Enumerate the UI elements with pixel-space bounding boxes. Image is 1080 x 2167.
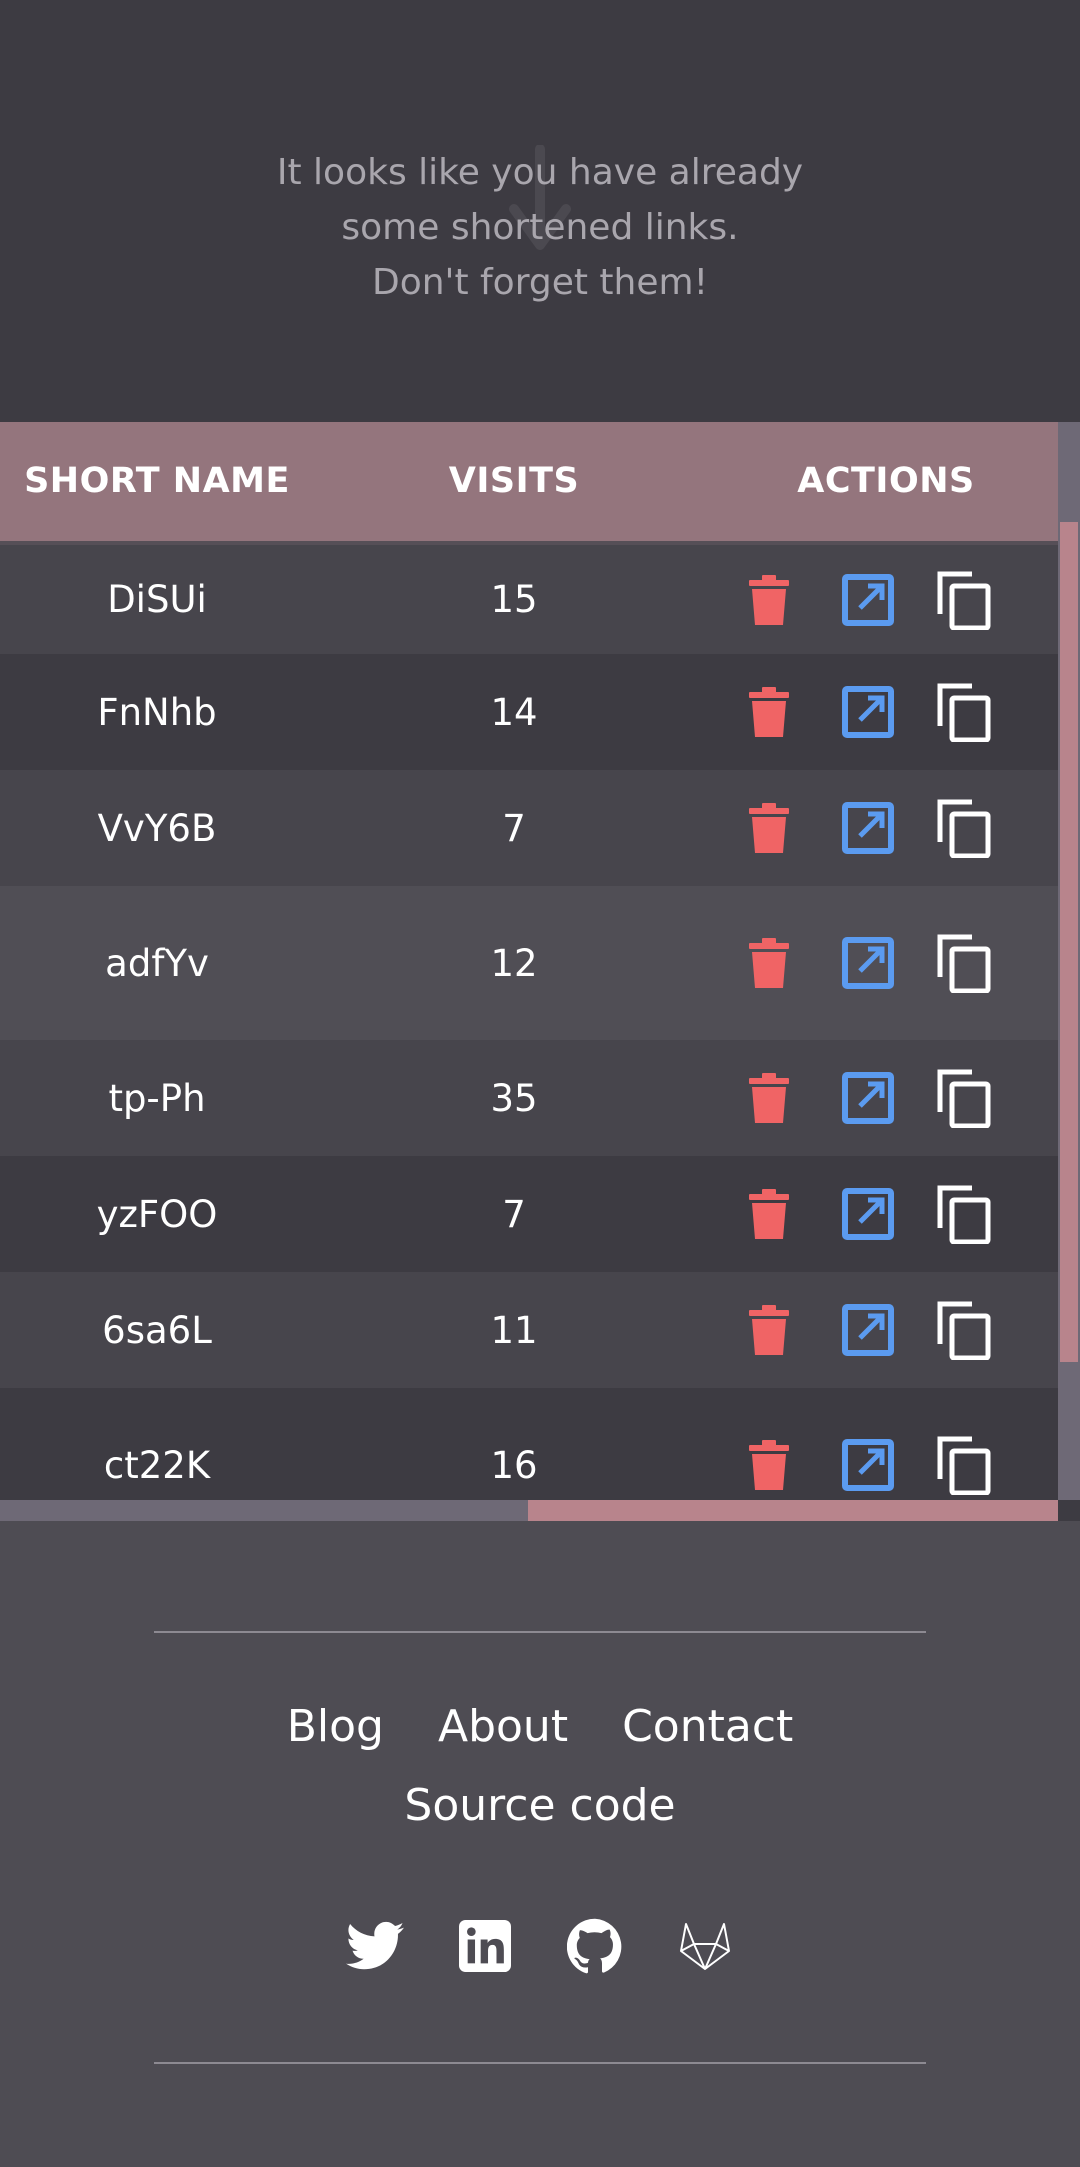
trash-icon[interactable] — [739, 682, 799, 742]
open-external-icon[interactable] — [838, 570, 898, 630]
copy-icon[interactable] — [934, 1184, 994, 1244]
copy-icon[interactable] — [934, 1068, 994, 1128]
empty-hint-section: It looks like you have already some shor… — [0, 0, 1080, 422]
short-name-cell: FnNhb — [97, 690, 217, 734]
table-row: yzFOO 7 — [0, 1156, 1058, 1272]
header-visits: VISITS — [448, 461, 580, 501]
trash-icon[interactable] — [739, 1068, 799, 1128]
open-external-icon[interactable] — [838, 1184, 898, 1244]
header-actions: ACTIONS — [797, 461, 975, 501]
open-external-icon[interactable] — [838, 933, 898, 993]
copy-icon[interactable] — [934, 1300, 994, 1360]
open-external-icon[interactable] — [838, 1300, 898, 1360]
table-row: 6sa6L 11 — [0, 1272, 1058, 1388]
source-code-link[interactable]: Source code — [404, 1780, 675, 1831]
trash-icon[interactable] — [739, 1184, 799, 1244]
github-icon[interactable] — [566, 1917, 624, 1975]
footer-divider-bottom — [154, 2062, 926, 2064]
table-row: FnNhb 14 — [0, 654, 1058, 770]
table-header: SHORT NAME VISITS ACTIONS — [0, 422, 1058, 545]
visits-cell: 7 — [502, 1192, 526, 1236]
copy-icon[interactable] — [934, 1435, 994, 1495]
social-links — [0, 1917, 1080, 1975]
visits-cell: 35 — [490, 1076, 538, 1120]
copy-icon[interactable] — [934, 682, 994, 742]
table-row: tp-Ph 35 — [0, 1040, 1058, 1156]
short-name-cell: VvY6B — [97, 806, 217, 850]
open-external-icon[interactable] — [838, 682, 898, 742]
copy-icon[interactable] — [934, 798, 994, 858]
open-external-icon[interactable] — [838, 1435, 898, 1495]
open-external-icon[interactable] — [838, 798, 898, 858]
hint-line-3: Don't forget them! — [371, 262, 709, 303]
hint-line-1: It looks like you have already — [276, 152, 804, 193]
actions-cell — [714, 1272, 1058, 1388]
visits-cell: 7 — [502, 806, 526, 850]
actions-cell — [714, 886, 1058, 1040]
actions-cell — [714, 545, 1058, 654]
trash-icon[interactable] — [739, 1435, 799, 1495]
links-table: SHORT NAME VISITS ACTIONS DiSUi 15 FnNhb… — [0, 422, 1080, 1521]
actions-cell — [714, 770, 1058, 886]
visits-cell: 14 — [490, 690, 538, 734]
blog-link[interactable]: Blog — [287, 1701, 384, 1752]
short-name-cell: adfYv — [105, 941, 209, 985]
short-name-cell: 6sa6L — [102, 1308, 212, 1352]
table-row: VvY6B 7 — [0, 770, 1058, 886]
footer-links: Blog About Contact Source code — [0, 1701, 1080, 1831]
copy-icon[interactable] — [934, 933, 994, 993]
vertical-scrollbar-thumb[interactable] — [1060, 522, 1078, 1362]
header-short-name: SHORT NAME — [24, 461, 290, 501]
contact-link[interactable]: Contact — [622, 1701, 793, 1752]
horizontal-scrollbar-thumb[interactable] — [528, 1500, 1058, 1521]
short-name-cell: tp-Ph — [108, 1076, 206, 1120]
twitter-icon[interactable] — [346, 1917, 404, 1975]
visits-cell: 12 — [490, 941, 538, 985]
footer-divider-top — [154, 1631, 926, 1633]
copy-icon[interactable] — [934, 570, 994, 630]
visits-cell: 15 — [490, 578, 538, 621]
gitlab-icon[interactable] — [676, 1917, 734, 1975]
short-name-cell: DiSUi — [107, 578, 207, 621]
actions-cell — [714, 1156, 1058, 1272]
table-row[interactable]: adfYv 12 — [0, 886, 1058, 1040]
trash-icon[interactable] — [739, 933, 799, 993]
table-row: DiSUi 15 — [0, 545, 1058, 654]
footer: Blog About Contact Source code — [0, 1521, 1080, 2167]
about-link[interactable]: About — [438, 1701, 568, 1752]
linkedin-icon[interactable] — [456, 1917, 514, 1975]
hint-line-2: some shortened links. — [341, 207, 739, 248]
actions-cell — [714, 1040, 1058, 1156]
trash-icon[interactable] — [739, 570, 799, 630]
actions-cell — [714, 654, 1058, 770]
trash-icon[interactable] — [739, 1300, 799, 1360]
open-external-icon[interactable] — [838, 1068, 898, 1128]
visits-cell: 11 — [490, 1308, 538, 1352]
trash-icon[interactable] — [739, 798, 799, 858]
hint-text: It looks like you have already some shor… — [0, 145, 1080, 310]
short-name-cell: yzFOO — [96, 1192, 218, 1236]
